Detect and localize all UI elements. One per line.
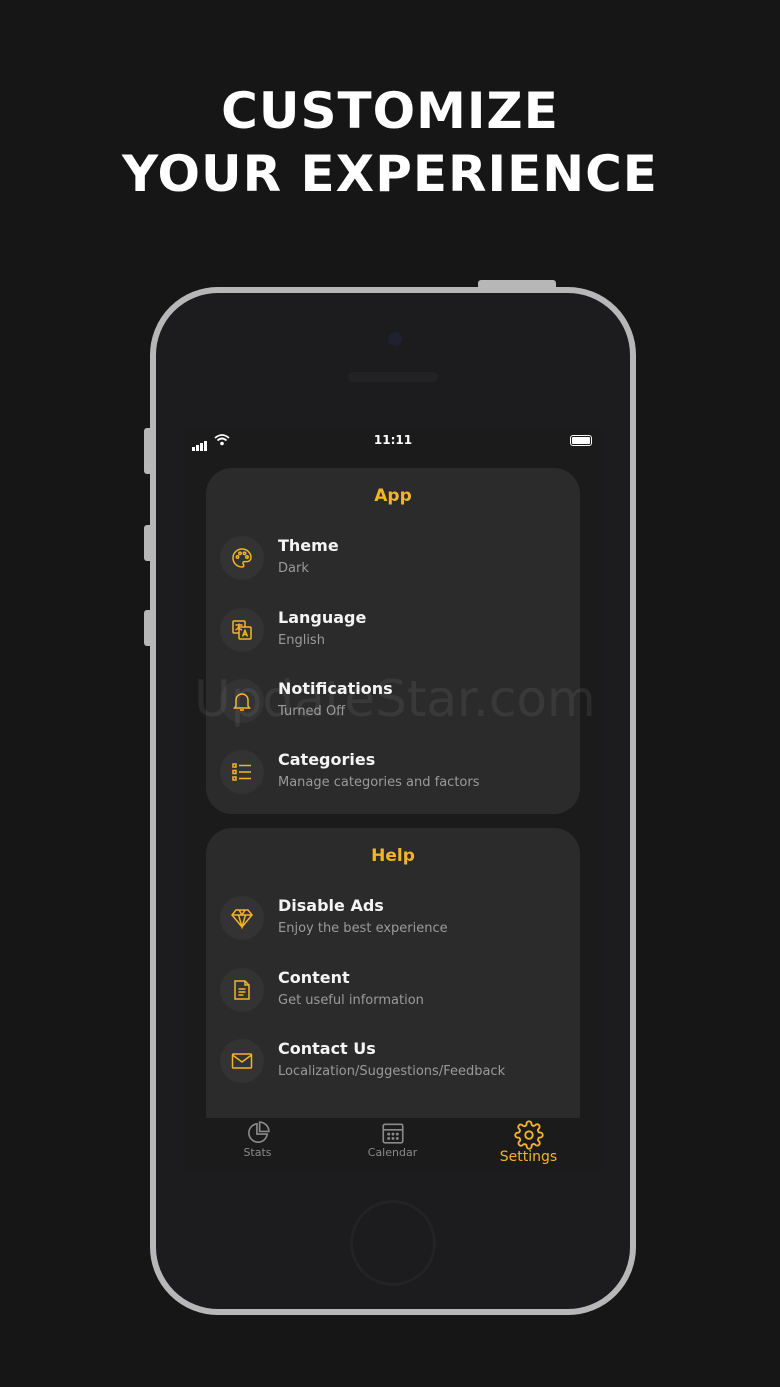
- item-title: Language: [278, 608, 367, 627]
- headline-line-1: CUSTOMIZE: [221, 82, 559, 140]
- item-subtitle: Dark: [278, 561, 309, 576]
- item-title: Categories: [278, 750, 376, 769]
- settings-item-content[interactable]: Content Get useful information: [220, 968, 566, 1020]
- settings-item-disable-ads[interactable]: Disable Ads Enjoy the best experience: [220, 896, 566, 948]
- tab-bar: Stats Calendar Settings: [184, 1118, 602, 1172]
- item-subtitle: Localization/Suggestions/Feedback: [278, 1064, 506, 1079]
- item-subtitle: Enjoy the best experience: [278, 921, 448, 936]
- item-subtitle: Get useful information: [278, 993, 424, 1008]
- document-icon: [234, 980, 250, 1000]
- item-subtitle: Manage categories and factors: [278, 775, 480, 790]
- section-title: Help: [371, 846, 415, 866]
- tab-calendar[interactable]: Calendar: [323, 1118, 462, 1172]
- headline-line-2: YOUR EXPERIENCE: [122, 145, 658, 203]
- settings-item-contact-us[interactable]: Contact Us Localization/Suggestions/Feed…: [220, 1039, 566, 1091]
- palette-icon: [232, 548, 252, 568]
- item-subtitle: English: [278, 633, 325, 648]
- item-title: Disable Ads: [278, 896, 384, 915]
- phone-speaker: [348, 372, 438, 382]
- status-time: 11:11: [373, 433, 413, 447]
- item-title: Contact Us: [278, 1039, 376, 1058]
- tab-settings[interactable]: Settings: [459, 1118, 598, 1172]
- tab-label: Calendar: [367, 1146, 418, 1159]
- tab-label: Settings: [499, 1149, 558, 1165]
- section-help: Help Disable Ads Enjoy the best experien…: [206, 828, 580, 1118]
- translate-icon: [232, 620, 252, 640]
- settings-item-theme[interactable]: Theme Dark: [220, 536, 566, 588]
- tab-label: Stats: [243, 1146, 272, 1159]
- section-title: App: [374, 486, 412, 506]
- settings-item-language[interactable]: Language English: [220, 608, 566, 660]
- diamond-icon: [231, 909, 253, 930]
- item-title: Content: [278, 968, 350, 987]
- phone-home-button: [350, 1200, 436, 1286]
- status-bar: 11:11: [184, 430, 602, 454]
- mail-icon: [231, 1053, 253, 1069]
- calendar-icon: [381, 1123, 404, 1144]
- pie-chart-icon: [247, 1121, 270, 1143]
- gear-icon: [513, 1120, 544, 1150]
- phone-camera: [388, 332, 402, 346]
- battery-icon: [570, 435, 592, 446]
- settings-item-categories[interactable]: Categories Manage categories and factors: [220, 750, 566, 802]
- item-title: Theme: [278, 536, 339, 555]
- section-app: App Theme Dark Language English Notifica…: [206, 468, 580, 814]
- list-icon: [232, 763, 251, 781]
- tab-stats[interactable]: Stats: [188, 1118, 327, 1172]
- app-screen: 11:11 App Theme Dark Language English No…: [184, 430, 602, 1172]
- headline: CUSTOMIZE YOUR EXPERIENCE: [0, 80, 780, 206]
- watermark: UpdateStar.com: [194, 670, 596, 728]
